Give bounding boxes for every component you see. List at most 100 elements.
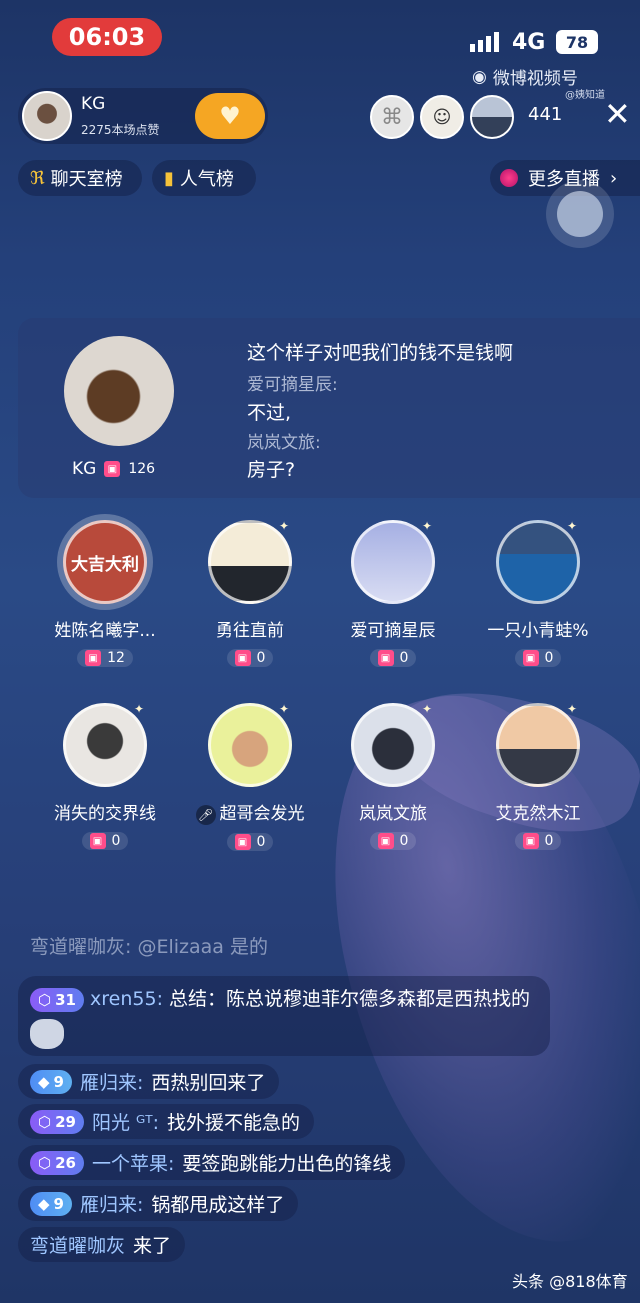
bar-chart-icon: ▮ xyxy=(164,167,174,189)
chat-message: ⬡ 31 xren55: 总结：陈总说穆迪菲尔德多森都是西热找的 xyxy=(18,976,550,1056)
guest-seat[interactable]: ✦ 艾克然木江 ▣ 0 xyxy=(473,702,603,850)
host-message: 房子? xyxy=(247,459,296,481)
guest-seat[interactable]: ✦ 爱可摘星辰 ▣ 0 xyxy=(328,519,458,667)
host-avatar[interactable] xyxy=(22,91,72,141)
mic-muted-icon: 🎤︎ xyxy=(195,805,216,825)
floating-assistive-button[interactable] xyxy=(546,180,614,248)
user-level-badge: ⬡ 26 xyxy=(30,1150,84,1175)
weibo-logo-icon: ◉ xyxy=(472,66,487,87)
chat-username[interactable]: 弯道曜咖灰 xyxy=(30,1231,125,1258)
chat-message: ⬡ 29 阳光 ᴳᵀ: 找外援不能急的 xyxy=(18,1104,315,1139)
hexagon-icon: ⬡ xyxy=(38,991,52,1009)
chat-message: ◆ 9 雁归来: 西热别回来了 xyxy=(18,1064,280,1099)
gift-icon: ▣ xyxy=(104,461,121,477)
guest-avatar[interactable]: ✦ xyxy=(208,519,292,604)
guest-gift-count: 0 xyxy=(111,833,121,849)
gift-icon: ▣ xyxy=(377,650,394,666)
guest-name: 消失的交界线 xyxy=(54,804,156,824)
chat-message: ◆ 9 雁归来: 锅都甩成这样了 xyxy=(18,1186,299,1221)
host-big-avatar[interactable] xyxy=(64,336,174,446)
chat-text: 总结：陈总说穆迪菲尔德多森都是西热找的 xyxy=(169,988,531,1010)
user-level-badge: ◆ 9 xyxy=(30,1069,72,1094)
host-name: KG xyxy=(81,94,106,114)
chat-username[interactable]: 一个苹果: xyxy=(92,1149,174,1176)
guest-seat[interactable]: ✦ 🎤︎ 超哥会发光 ▣ 0 xyxy=(185,702,315,851)
level-number: 9 xyxy=(53,1194,64,1213)
guest-avatar[interactable]: 大吉大利 xyxy=(63,520,147,604)
diamond-icon: ◆ xyxy=(38,1072,50,1091)
guest-gift-count: 0 xyxy=(544,650,554,666)
chat-message-faded: 弯道曜咖灰: @Elizaaa 是的 xyxy=(30,936,268,958)
guest-avatar[interactable]: ✦ xyxy=(63,702,147,787)
guest-seat[interactable]: ✦ 消失的交界线 ▣ 0 xyxy=(40,702,170,850)
guest-avatar[interactable]: ✦ xyxy=(208,702,292,787)
avatar-text: 大吉大利 xyxy=(71,554,139,575)
viewer-avatar[interactable] xyxy=(470,95,514,139)
guest-gift-count: 0 xyxy=(256,834,266,850)
join-text: 来了 xyxy=(133,1235,172,1257)
network-type: 4G xyxy=(512,30,546,55)
like-heart-button[interactable]: ♥ xyxy=(195,93,265,139)
guest-name: 一只小青蛙% xyxy=(487,621,589,641)
popularity-rank-button[interactable]: ▮ 人气榜 xyxy=(152,160,256,196)
sparkle-icon: ✦ xyxy=(278,702,289,716)
guest-seat[interactable]: ✦ 一只小青蛙% ▣ 0 xyxy=(473,519,603,667)
gift-icon: ▣ xyxy=(89,833,106,849)
sparkle-icon: ✦ xyxy=(566,519,577,533)
guest-avatar[interactable]: ✦ xyxy=(351,519,435,604)
chat-text: 锅都甩成这样了 xyxy=(151,1194,285,1216)
camera-icon: ⌘ xyxy=(381,104,403,130)
popularity-rank-label: 人气榜 xyxy=(179,169,234,190)
viewer-avatar[interactable]: ☺ xyxy=(420,95,464,139)
host-message: 不过, xyxy=(247,402,292,424)
chat-username[interactable]: 雁归来: xyxy=(80,1190,143,1217)
guest-gift-count: 12 xyxy=(107,650,125,666)
sparkle-icon: ✦ xyxy=(566,702,577,716)
guest-avatar[interactable]: ✦ xyxy=(496,519,580,604)
sparkle-icon: ✦ xyxy=(421,519,432,533)
guest-seat[interactable]: ✦ 勇往直前 ▣ 0 xyxy=(185,519,315,667)
guest-name-row: 🎤︎ 超哥会发光 xyxy=(185,799,315,825)
join-notice: 弯道曜咖灰 来了 xyxy=(18,1227,186,1262)
sparkle-icon: ✦ xyxy=(421,702,432,716)
message-sender: 岚岚文旅: xyxy=(247,433,321,453)
heart-plus-icon: ♥ xyxy=(219,102,241,130)
guest-avatar[interactable]: ✦ xyxy=(496,702,580,787)
guest-name: 爱可摘星辰 xyxy=(350,621,436,641)
host-panel-name-row: KG ▣ 126 xyxy=(72,459,155,479)
close-icon[interactable]: ✕ xyxy=(604,98,631,130)
guest-name: 艾克然木江 xyxy=(495,804,581,824)
message-sender: 爱可摘星辰: xyxy=(247,375,338,395)
level-number: 9 xyxy=(53,1072,64,1091)
guest-gift-count: 0 xyxy=(256,650,266,666)
status-time: 06:03 xyxy=(68,23,146,51)
diamond-icon: ◆ xyxy=(38,1194,50,1213)
chat-rank-icon: ℜ xyxy=(30,167,45,189)
sparkle-icon: ✦ xyxy=(133,702,144,716)
guest-seat[interactable]: 大吉大利 姓陈名曦字... ▣ 12 xyxy=(40,520,170,667)
user-level-badge: ◆ 9 xyxy=(30,1191,72,1216)
viewer-count[interactable]: 441 xyxy=(528,104,562,125)
level-number: 26 xyxy=(55,1153,76,1172)
chat-username[interactable]: xren55: xyxy=(90,988,163,1010)
guest-avatar[interactable]: ✦ xyxy=(351,702,435,787)
guest-gift-count: 0 xyxy=(399,650,409,666)
sketch-avatar-icon: ☺ xyxy=(432,106,452,128)
user-level-badge: ⬡ 29 xyxy=(30,1109,84,1134)
chat-username[interactable]: 雁归来: xyxy=(80,1068,143,1095)
level-number: 29 xyxy=(55,1112,76,1131)
chat-rank-button[interactable]: ℜ 聊天室榜 xyxy=(18,160,142,196)
chat-username[interactable]: 阳光 ᴳᵀ: xyxy=(92,1108,159,1135)
guest-name: 勇往直前 xyxy=(216,621,284,641)
host-gift-count: 126 xyxy=(128,461,156,477)
viewer-avatar[interactable]: ⌘ xyxy=(370,95,414,139)
cat-emoji-icon xyxy=(30,1018,64,1049)
guest-seat[interactable]: ✦ 岚岚文旅 ▣ 0 xyxy=(328,702,458,850)
live-dot-icon xyxy=(500,169,518,187)
chat-rank-label: 聊天室榜 xyxy=(50,169,123,190)
host-message: 这个样子对吧我们的钱不是钱啊 xyxy=(247,342,514,364)
gift-icon: ▣ xyxy=(234,834,251,850)
guest-gift-count: 0 xyxy=(399,833,409,849)
battery-level: 78 xyxy=(565,32,589,52)
chat-text: 西热别回来了 xyxy=(151,1072,266,1094)
